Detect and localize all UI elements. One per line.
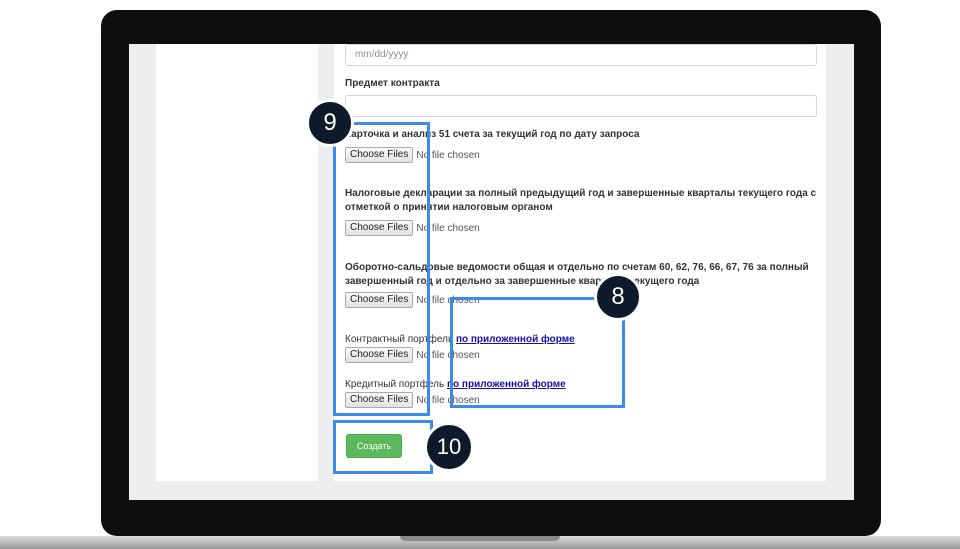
screen: mm/dd/yyyy Предмет контракта Карточка и … xyxy=(129,44,854,500)
annotation-badge-9: 9 xyxy=(306,99,354,147)
annotation-badge-8: 8 xyxy=(594,273,642,321)
date-input[interactable]: mm/dd/yyyy xyxy=(345,44,817,66)
subject-label: Предмет контракта xyxy=(345,78,440,89)
highlight-box-8 xyxy=(450,297,625,408)
date-placeholder: mm/dd/yyyy xyxy=(355,49,409,60)
annotation-badge-10: 10 xyxy=(424,422,474,472)
left-sidebar-panel xyxy=(156,44,318,481)
highlight-box-9 xyxy=(333,122,430,416)
highlight-box-10 xyxy=(333,420,433,474)
subject-input[interactable] xyxy=(345,95,817,117)
laptop-notch xyxy=(400,536,560,541)
